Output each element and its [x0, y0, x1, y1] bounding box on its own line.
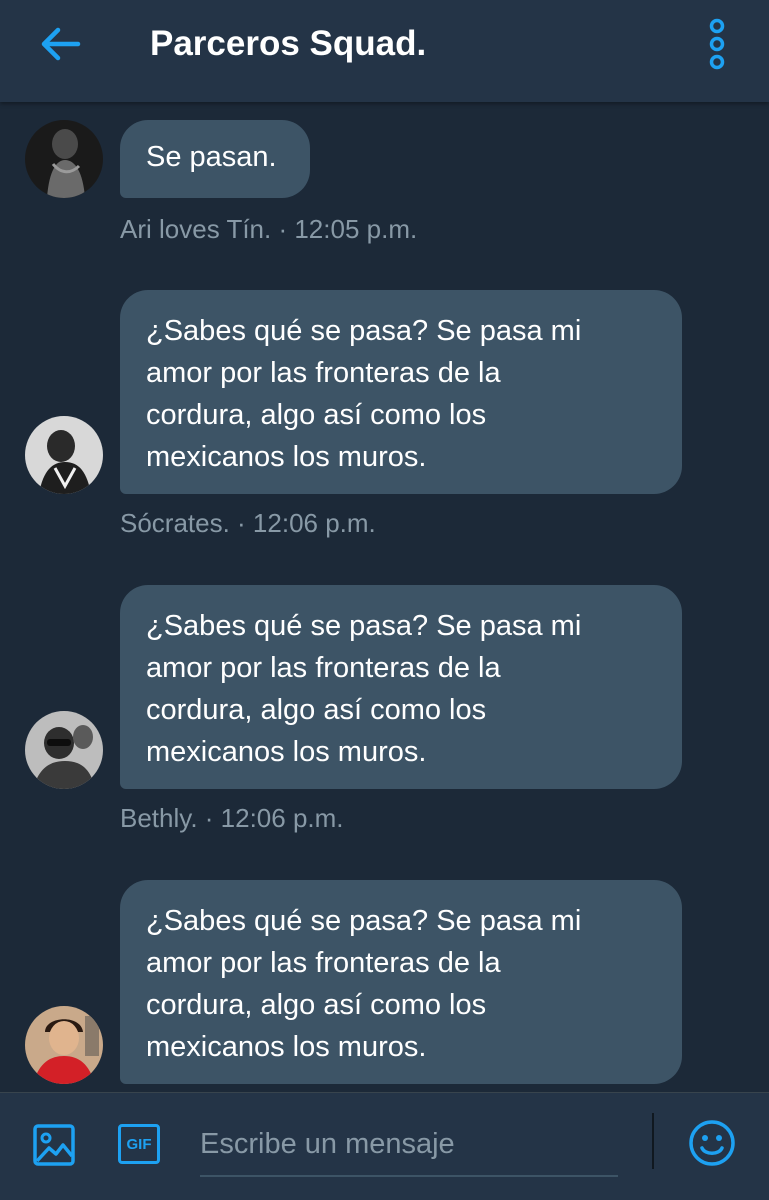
- message-list[interactable]: Se pasan. Ari loves Tín. · 12:05 p.m. ¿S…: [0, 102, 769, 1092]
- message-meta: Sócrates. · 12:06 p.m.: [120, 508, 376, 538]
- arrow-left-icon: [41, 27, 81, 61]
- add-image-button[interactable]: [28, 1119, 80, 1171]
- message-bubble[interactable]: ¿Sabes qué se pasa? Se pasa mi amor por …: [120, 290, 682, 494]
- message-bubble[interactable]: ¿Sabes qué se pasa? Se pasa mi amor por …: [120, 880, 682, 1084]
- conversation-title: Parceros Squad.: [150, 24, 427, 63]
- back-button[interactable]: [34, 22, 86, 66]
- gif-icon: GIF: [118, 1124, 160, 1164]
- message-text: ¿Sabes qué se pasa? Se pasa mi amor por …: [146, 315, 582, 473]
- gif-label: GIF: [126, 1135, 152, 1153]
- more-options-button[interactable]: [700, 16, 734, 72]
- image-icon: [33, 1124, 75, 1166]
- message-meta: Ari loves Tín. · 12:05 p.m.: [120, 214, 418, 244]
- avatar[interactable]: [25, 416, 103, 494]
- message-text: Se pasan.: [146, 141, 277, 173]
- more-vertical-icon: [709, 18, 725, 70]
- avatar[interactable]: [25, 711, 103, 789]
- avatar[interactable]: [25, 1006, 103, 1084]
- message-bubble[interactable]: Se pasan.: [120, 120, 310, 198]
- emoji-button[interactable]: [684, 1115, 740, 1171]
- message-input-wrapper: [200, 1113, 618, 1177]
- emoji-icon: [689, 1120, 735, 1166]
- message-input[interactable]: [200, 1113, 618, 1175]
- avatar[interactable]: [25, 120, 103, 198]
- composer-divider: [652, 1113, 654, 1169]
- message-text: ¿Sabes qué se pasa? Se pasa mi amor por …: [146, 905, 582, 1063]
- message-meta: Bethly. · 12:06 p.m.: [120, 803, 344, 833]
- message-composer: GIF: [0, 1092, 769, 1200]
- add-gif-button[interactable]: GIF: [114, 1121, 164, 1167]
- message-bubble[interactable]: ¿Sabes qué se pasa? Se pasa mi amor por …: [120, 585, 682, 789]
- chat-header: Parceros Squad.: [0, 0, 769, 102]
- message-text: ¿Sabes qué se pasa? Se pasa mi amor por …: [146, 610, 582, 768]
